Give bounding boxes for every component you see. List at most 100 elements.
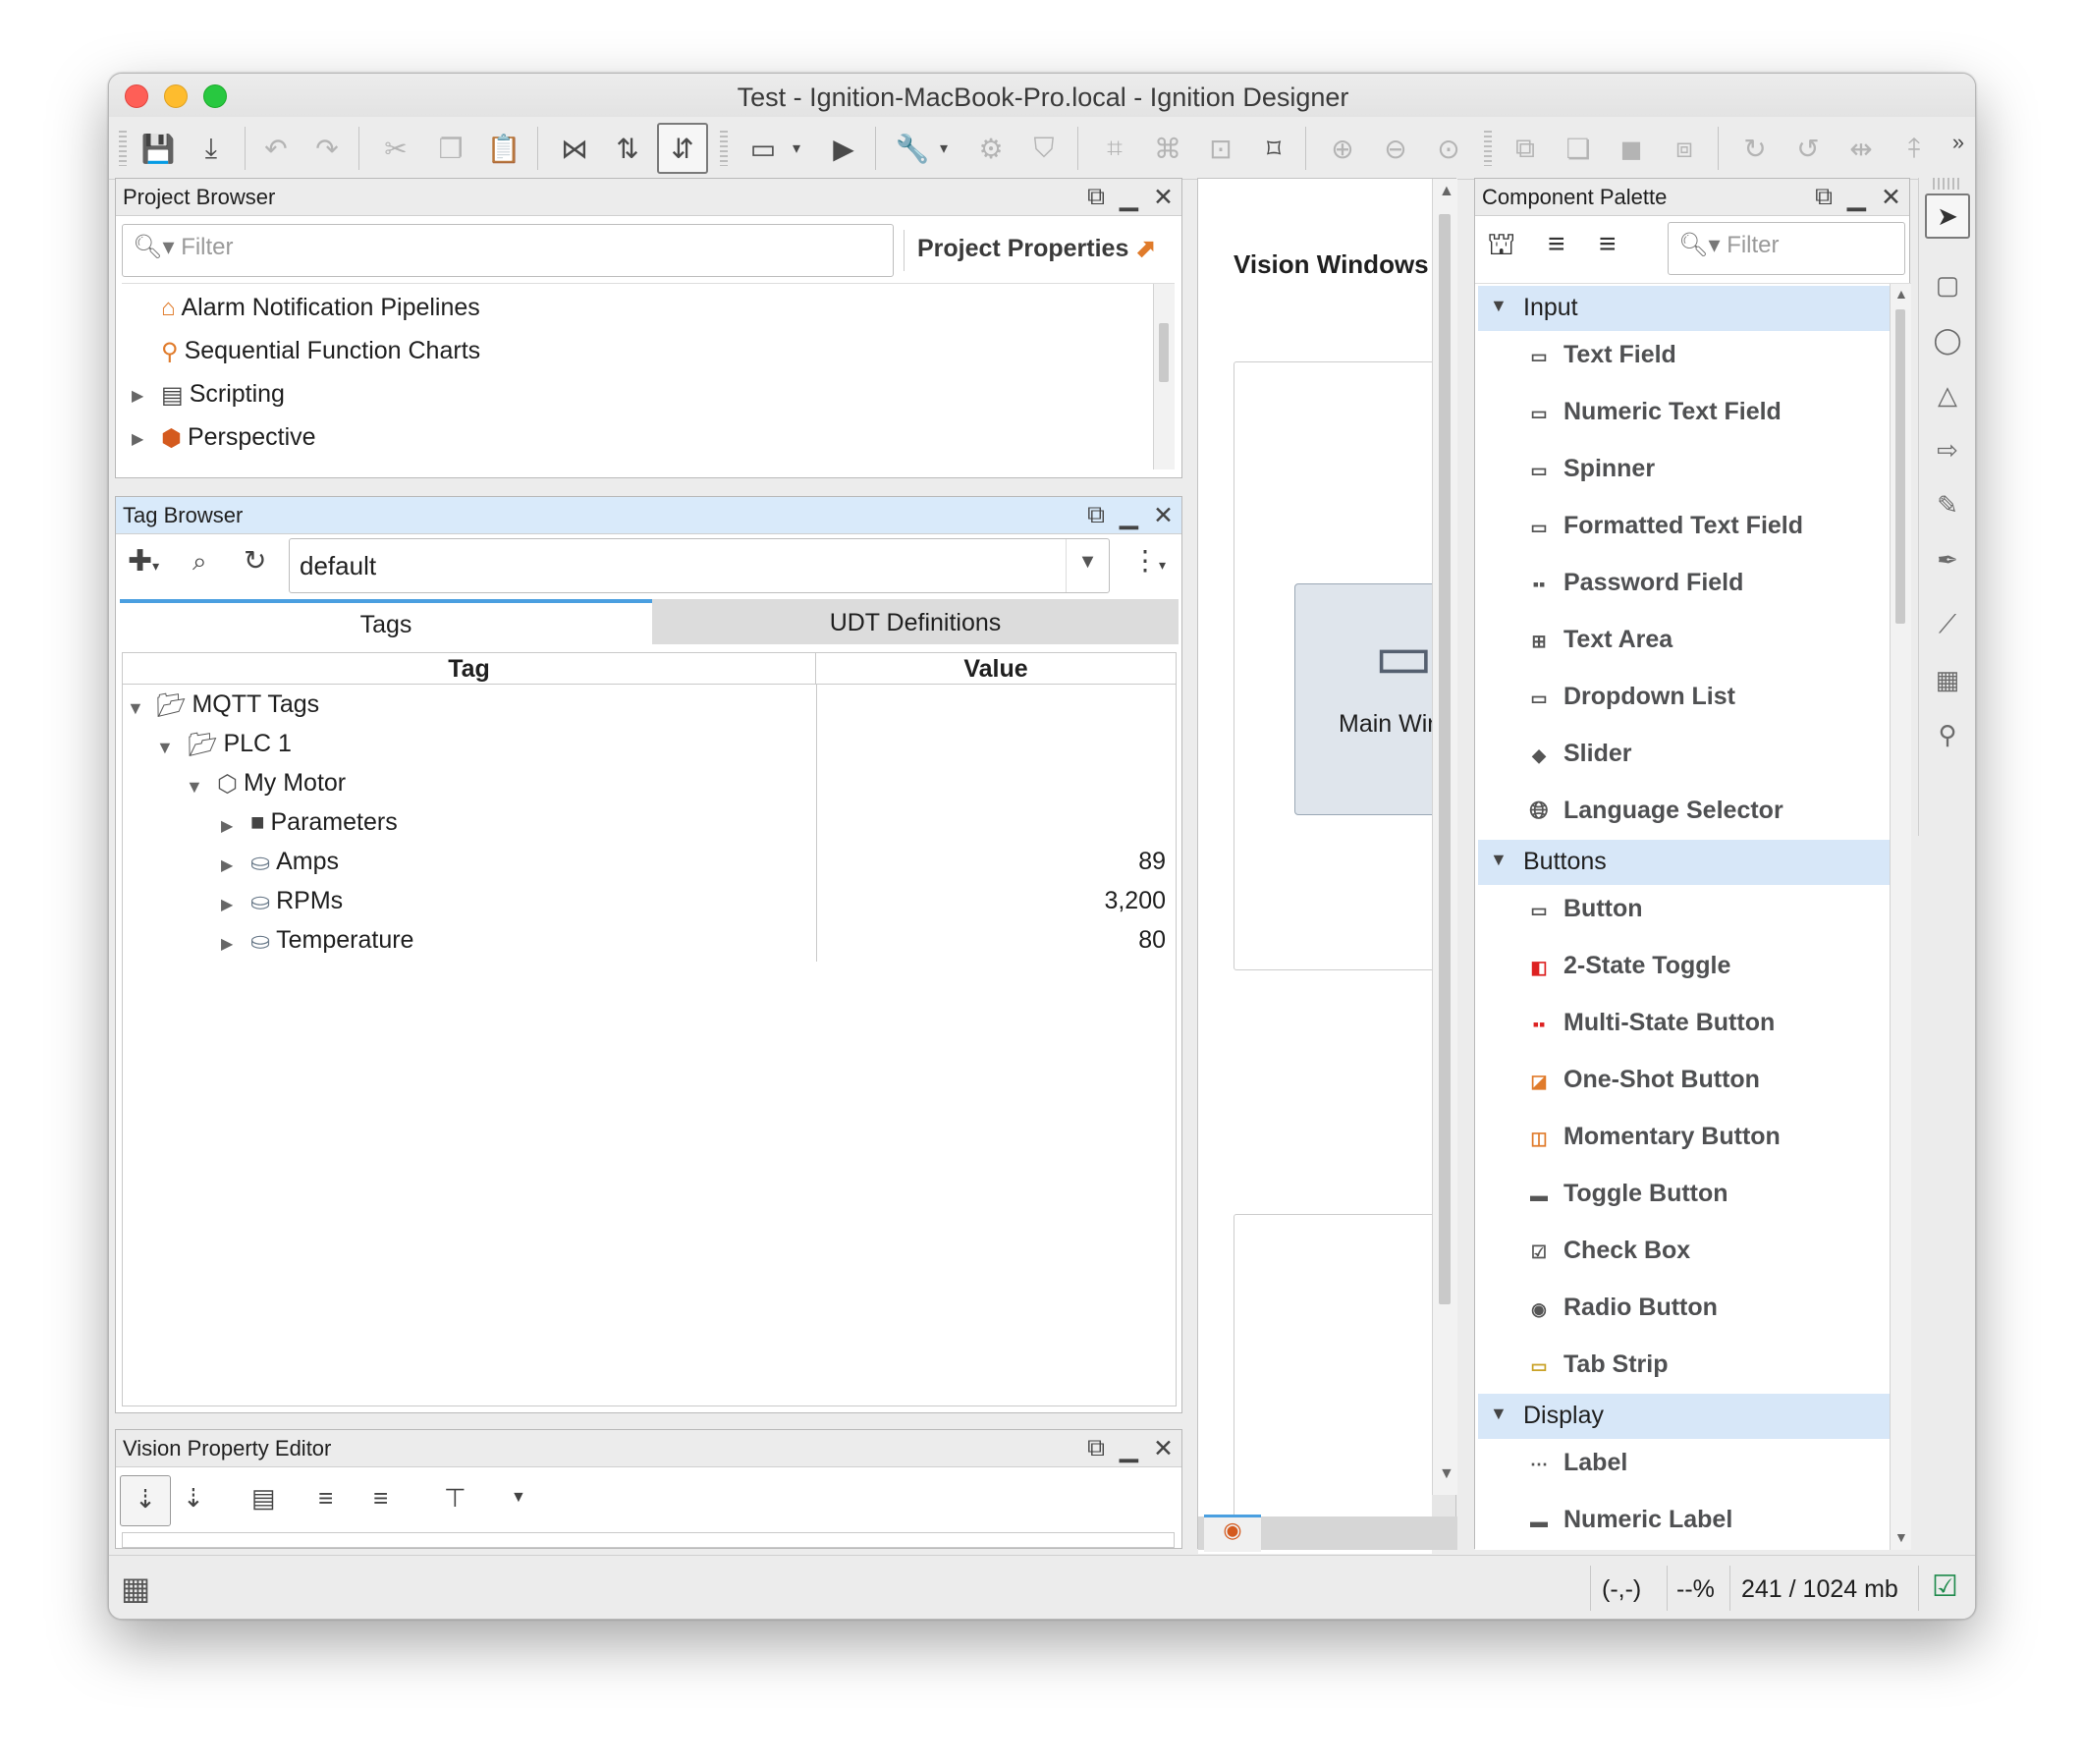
script-icon[interactable]: ⚙ (965, 123, 1016, 174)
table-row[interactable]: 📂︎ PLC 1 (188, 730, 292, 759)
table-row[interactable]: 📂︎ MQTT Tags (156, 690, 319, 720)
tab-tags[interactable]: Tags (120, 599, 652, 644)
tree-item-alarm-pipelines[interactable]: ⌂ Alarm Notification Pipelines (161, 294, 480, 322)
palette-item[interactable]: ▭ Button (1524, 895, 1642, 923)
sort-ascending-icon[interactable]: ⇣ (120, 1475, 171, 1526)
play-icon[interactable]: ▶ (818, 123, 869, 174)
scroll-up-icon[interactable]: ▲ (1439, 183, 1454, 200)
expand-arrow-icon[interactable]: ▶ (221, 934, 233, 954)
window-icon[interactable]: ▭ (738, 123, 789, 174)
scroll-down-icon[interactable]: ▼ (1894, 1529, 1908, 1545)
save-icon[interactable]: 💾 (133, 123, 184, 174)
comm-mode-icon[interactable]: ⇵ (657, 123, 708, 174)
tree-item-perspective[interactable]: ⬢ Perspective (161, 423, 316, 453)
palette-item[interactable]: ▭ Tab Strip (1524, 1351, 1668, 1379)
column-header-value[interactable]: Value (816, 653, 1176, 685)
expand-arrow-icon[interactable]: ▶ (221, 855, 233, 875)
workspace-grid-icon[interactable]: ▦ (121, 1570, 150, 1607)
table-row[interactable]: ⛀ Temperature (250, 926, 413, 956)
scroll-up-icon[interactable]: ▲ (1894, 286, 1908, 302)
more-options-icon[interactable]: ⋮▾ (1131, 544, 1166, 577)
chevron-down-icon[interactable]: ▼ (511, 1489, 526, 1507)
layer-front-icon[interactable]: ⧉ (1500, 123, 1551, 174)
chevron-down-icon[interactable]: ▾ (785, 123, 808, 174)
pointer-tool-icon[interactable]: ➤ (1925, 193, 1970, 239)
layer-back-icon[interactable]: ❏ (1553, 123, 1604, 174)
gradient-tool-icon[interactable]: ▦ (1925, 657, 1970, 702)
search-icon[interactable]: ⌕ (192, 546, 207, 578)
ellipse-tool-icon[interactable]: ◯ (1925, 317, 1970, 362)
collapse-arrow-icon[interactable]: ▼ (186, 777, 203, 798)
palette-item[interactable]: ◆ Slider (1524, 740, 1631, 768)
palette-filter-input[interactable]: 🔍︎▾ Filter (1668, 222, 1905, 275)
project-browser-filter[interactable]: 🔍︎▾ Filter (122, 224, 894, 277)
group-icon[interactable]: ⌘ (1142, 123, 1193, 174)
minimize-panel-icon[interactable]: ▁ (1120, 1434, 1138, 1463)
project-tree-scrollbar[interactable] (1153, 284, 1175, 469)
palette-mode-icon[interactable]: ⛫ (1487, 226, 1515, 266)
palette-item[interactable]: ▭ Text Field (1524, 341, 1675, 369)
project-properties-link[interactable]: Project Properties ⬈ (917, 234, 1156, 263)
undo-icon[interactable]: ↶ (250, 123, 302, 174)
palette-item[interactable]: ▭ Formatted Text Field (1524, 512, 1803, 540)
save-all-icon[interactable]: ⤓ (186, 123, 237, 174)
close-panel-icon[interactable]: ✕ (1153, 183, 1174, 212)
line-tool-icon[interactable]: ⟋ (1925, 602, 1970, 647)
table-row[interactable]: ⬡ My Motor (217, 769, 346, 799)
close-panel-icon[interactable]: ✕ (1881, 183, 1901, 212)
palette-item[interactable]: ⊞ Text Area (1524, 626, 1673, 654)
column-header-tag[interactable]: Tag (123, 653, 816, 685)
main-window-card[interactable]: ▭ Main Window (1294, 583, 1432, 815)
chevron-down-icon[interactable]: ▾ (932, 123, 956, 174)
float-panel-icon[interactable]: ⧉ (1087, 1434, 1105, 1462)
palette-item[interactable]: ▭ Numeric Text Field (1524, 398, 1781, 426)
refresh-icon[interactable]: ⇅ (602, 123, 653, 174)
details-icon[interactable]: ▤ (251, 1483, 276, 1514)
align-icon[interactable]: ⌗ (1089, 123, 1140, 174)
paste-icon[interactable]: 📋 (478, 123, 529, 174)
rotate-cw-icon[interactable]: ↻ (1729, 123, 1781, 174)
expand-arrow-icon[interactable]: ▶ (221, 895, 233, 914)
palette-category-buttons[interactable]: ▼ Buttons (1478, 840, 1891, 885)
float-panel-icon[interactable]: ⧉ (1815, 183, 1833, 211)
arrow-tool-icon[interactable]: ⇨ (1925, 427, 1970, 472)
sort-descending-icon[interactable]: ⇣ (183, 1483, 204, 1514)
copy-icon[interactable]: ❐ (425, 123, 476, 174)
rectangle-tool-icon[interactable]: ▢ (1925, 262, 1970, 307)
tree-item-sfc[interactable]: ⚲ Sequential Function Charts (161, 337, 480, 366)
collapse-all-icon[interactable]: ≡ (373, 1483, 388, 1514)
palette-item[interactable]: 🌐︎ Language Selector (1524, 797, 1782, 825)
palette-item[interactable]: ▪▪ Multi-State Button (1524, 1009, 1776, 1037)
table-row[interactable]: ⛀ RPMs (250, 887, 343, 916)
checklist-icon[interactable]: ☑ (1932, 1570, 1958, 1604)
palette-scrollbar[interactable]: ▲ ▼ (1890, 284, 1911, 1550)
expand-all-icon[interactable]: ≡ (318, 1483, 333, 1514)
palette-item[interactable]: ◉ Radio Button (1524, 1294, 1718, 1322)
palette-item[interactable]: ▭ Dropdown List (1524, 683, 1735, 711)
tag-provider-select[interactable]: default ▼ (289, 538, 1110, 593)
flip-h-icon[interactable]: ⇹ (1836, 123, 1887, 174)
palette-item[interactable]: ◧ 2-State Toggle (1524, 952, 1730, 980)
wrench-icon[interactable]: 🔧 (887, 123, 938, 174)
collapse-arrow-icon[interactable]: ▼ (156, 738, 174, 758)
minimize-panel-icon[interactable]: ▁ (1120, 501, 1138, 530)
expand-arrow-icon[interactable]: ▶ (132, 386, 143, 406)
palette-item[interactable]: ▪▪ Password Field (1524, 569, 1744, 597)
flip-v-icon[interactable]: ⤉ (1889, 123, 1940, 174)
float-panel-icon[interactable]: ⧉ (1087, 183, 1105, 211)
expand-arrow-icon[interactable]: ▶ (132, 429, 143, 449)
tree-item-scripting[interactable]: ▤ Scripting (161, 380, 285, 410)
pencil-tool-icon[interactable]: ✎ (1925, 482, 1970, 527)
scroll-down-icon[interactable]: ▼ (1439, 1465, 1454, 1483)
polygon-tool-icon[interactable]: △ (1925, 372, 1970, 417)
rotate-ccw-icon[interactable]: ↺ (1782, 123, 1834, 174)
eyedropper-tool-icon[interactable]: ⚲ (1925, 712, 1970, 757)
layer-forward-icon[interactable]: ◼ (1606, 123, 1657, 174)
shield-icon[interactable]: ⛉ (1018, 123, 1069, 174)
memory-usage[interactable]: 241 / 1024 mb (1741, 1575, 1898, 1604)
expand-arrow-icon[interactable]: ▶ (221, 816, 233, 836)
palette-item[interactable]: ◪ One-Shot Button (1524, 1066, 1759, 1094)
toolbar-overflow-icon[interactable]: » (1944, 117, 1973, 168)
collapse-all-icon[interactable]: ≡ (1599, 228, 1617, 261)
workspace-scrollbar[interactable]: ▲ ▼ (1432, 179, 1457, 1495)
